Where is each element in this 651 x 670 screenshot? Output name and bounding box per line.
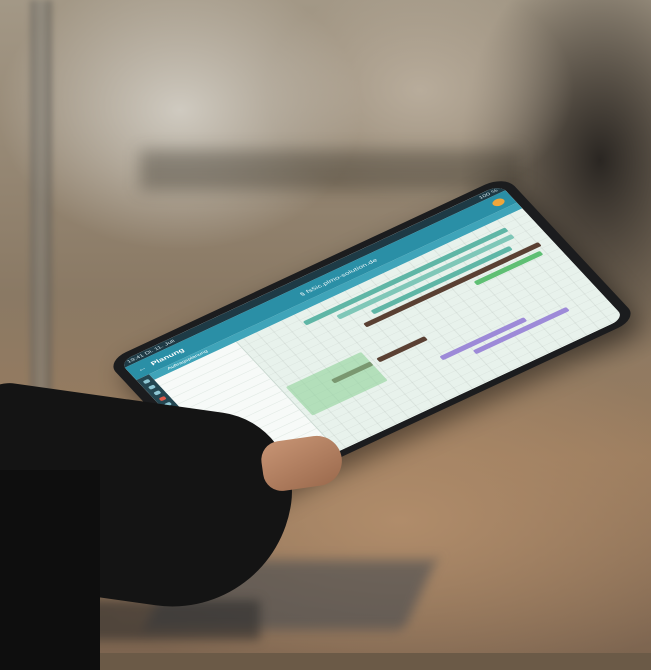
sidebar-item-icon[interactable] (158, 395, 167, 402)
person-arm (0, 470, 100, 670)
back-arrow-icon[interactable]: ← (136, 364, 149, 373)
sidebar-item-icon[interactable] (147, 384, 157, 390)
background-shelf (140, 150, 520, 190)
sidebar-item-icon[interactable] (142, 378, 151, 385)
avatar[interactable] (490, 196, 507, 208)
background-pole (30, 0, 52, 400)
sidebar-item-icon[interactable] (153, 390, 162, 396)
